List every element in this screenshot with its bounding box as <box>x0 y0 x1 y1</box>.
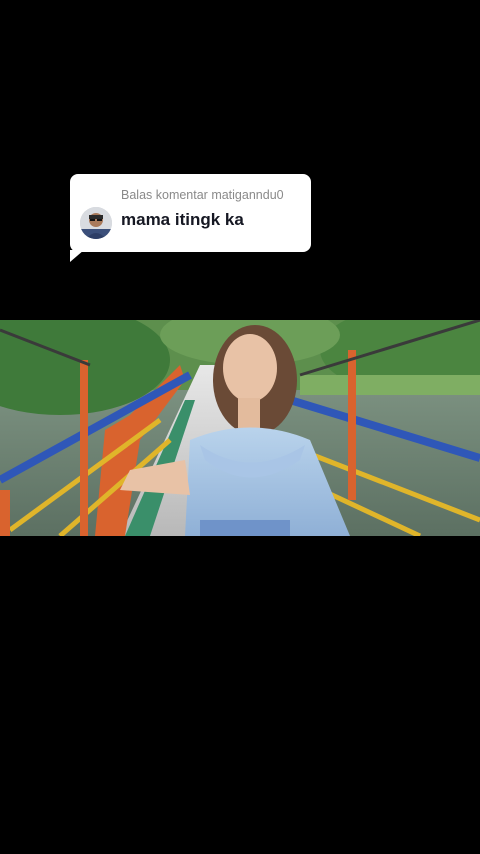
reply-comment-sticker[interactable]: Balas komentar matiganndu0 mama itingk k… <box>70 174 311 262</box>
reply-comment-text: mama itingk ka <box>121 210 244 229</box>
video-frame[interactable] <box>0 320 480 536</box>
avatar-photo-icon <box>80 207 112 239</box>
video-scene-image <box>0 320 480 536</box>
bubble-tail <box>70 250 84 262</box>
video-screen[interactable]: Balas komentar matiganndu0 mama itingk k… <box>0 0 480 854</box>
commenter-avatar <box>80 207 112 239</box>
reply-header: Balas komentar matiganndu0 <box>121 188 284 202</box>
